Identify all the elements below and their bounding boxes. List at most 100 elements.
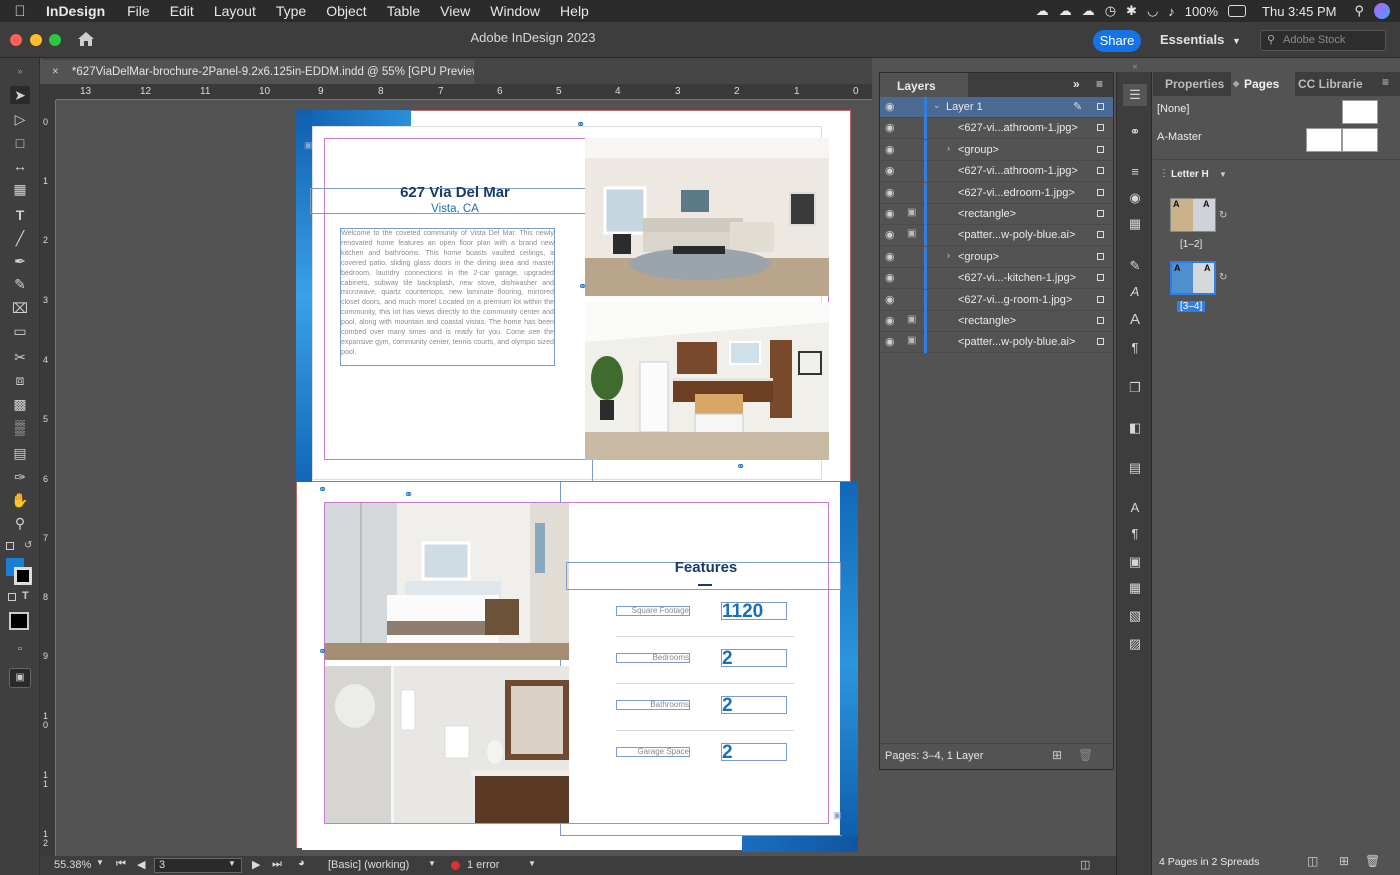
rectangle-tool-icon[interactable]: ▭ bbox=[10, 322, 30, 340]
stroke-swatch[interactable] bbox=[14, 567, 32, 585]
body-text-frame[interactable]: Welcome to the coveted community of Vist… bbox=[340, 228, 555, 366]
gradient-swatch-tool-icon[interactable]: ▩ bbox=[10, 395, 30, 413]
collapse-panel-icon[interactable]: « bbox=[1126, 58, 1144, 74]
layer-item-row[interactable]: ◉ <627-vi...edroom-1.jpg> bbox=[880, 182, 1113, 204]
app-menu[interactable]: InDesign bbox=[40, 3, 117, 19]
paragraph-styles-icon[interactable]: ✎ bbox=[1126, 258, 1144, 274]
lock-icon[interactable]: ▣ bbox=[907, 228, 916, 239]
bathroom-photo[interactable] bbox=[325, 666, 569, 823]
pattern-blue-poly[interactable] bbox=[296, 110, 411, 126]
menu-object[interactable]: Object bbox=[316, 3, 376, 19]
first-page-icon[interactable]: ⏮ bbox=[116, 858, 126, 871]
pen-tool-icon[interactable]: ✒ bbox=[10, 252, 30, 270]
visibility-eye-icon[interactable]: ◉ bbox=[885, 121, 895, 134]
rectangle-frame-tool-icon[interactable]: ⌧ bbox=[10, 299, 30, 317]
visibility-eye-icon[interactable]: ◉ bbox=[885, 335, 895, 348]
layer-row[interactable]: ◉ ⌄ Layer 1 ✎ bbox=[880, 97, 1113, 118]
selection-square[interactable] bbox=[1097, 210, 1104, 217]
selection-tool-icon[interactable]: ➤ bbox=[10, 86, 30, 104]
chevron-right-icon[interactable]: › bbox=[947, 143, 950, 153]
visibility-eye-icon[interactable]: ◉ bbox=[885, 207, 895, 220]
master-none[interactable]: [None] bbox=[1157, 103, 1189, 115]
search-icon[interactable]: ⚲ bbox=[1354, 3, 1364, 19]
link-icon[interactable]: ⚭ bbox=[578, 280, 587, 293]
rotate-spread-icon[interactable]: ↻ bbox=[1219, 210, 1227, 221]
paragraph-styles-alt-icon[interactable]: ¶ bbox=[1126, 526, 1144, 542]
menu-edit[interactable]: Edit bbox=[160, 3, 204, 19]
pathfinder-icon[interactable]: ❐ bbox=[1126, 380, 1144, 396]
links-panel-icon[interactable]: ⚭ bbox=[1126, 124, 1144, 140]
link-icon[interactable]: ⚭ bbox=[318, 645, 327, 658]
feature-value[interactable]: 2 bbox=[721, 649, 787, 668]
eyedropper-tool-icon[interactable]: ✑ bbox=[10, 468, 30, 486]
layer-item-row[interactable]: ◉ ▣ <rectangle> bbox=[880, 311, 1113, 332]
master-a-thumb-right[interactable] bbox=[1342, 128, 1378, 152]
chevron-down-icon[interactable]: ▼ bbox=[428, 859, 436, 868]
view-mode-icon[interactable]: ▫ bbox=[10, 640, 30, 658]
preflight-spinner-icon[interactable]: ◕ bbox=[298, 857, 305, 869]
layer-item-row[interactable]: ◉ ▣ <patter...w-poly-blue.ai> bbox=[880, 332, 1113, 354]
grip-icon[interactable]: ⋮ bbox=[1159, 168, 1169, 179]
menu-table[interactable]: Table bbox=[377, 3, 430, 19]
panel-menu-icon[interactable]: ≡ bbox=[1096, 77, 1103, 91]
master-a-thumb-left[interactable] bbox=[1306, 128, 1342, 152]
cloud-icon[interactable]: ☁ bbox=[1082, 3, 1095, 19]
visibility-eye-icon[interactable]: ◉ bbox=[885, 164, 895, 177]
gradient-feather-tool-icon[interactable]: ▒ bbox=[10, 418, 30, 436]
free-transform-tool-icon[interactable]: ⧈ bbox=[10, 371, 30, 389]
bedroom-photo[interactable] bbox=[325, 503, 569, 660]
scissors-tool-icon[interactable]: ✂ bbox=[10, 348, 30, 366]
rotate-spread-icon[interactable]: ↻ bbox=[1219, 272, 1227, 283]
stroke-panel-icon[interactable]: ≡ bbox=[1126, 164, 1144, 180]
menu-layout[interactable]: Layout bbox=[204, 3, 266, 19]
layer-item-row[interactable]: ◉ <627-vi...athroom-1.jpg> bbox=[880, 118, 1113, 140]
lock-icon[interactable]: ▣ bbox=[304, 140, 313, 151]
last-page-icon[interactable]: ⏭ bbox=[272, 858, 282, 871]
preflight-profile[interactable]: [Basic] (working) bbox=[328, 859, 409, 871]
visibility-eye-icon[interactable]: ◉ bbox=[885, 271, 895, 284]
object-styles-icon[interactable]: A bbox=[1126, 500, 1144, 516]
spread-2-label[interactable]: [3–4] bbox=[1177, 301, 1206, 312]
selection-square[interactable] bbox=[1097, 124, 1104, 132]
screen-mode-icon[interactable]: ▣ bbox=[9, 668, 31, 688]
formatting-container-icon[interactable] bbox=[8, 593, 16, 601]
menu-help[interactable]: Help bbox=[550, 3, 599, 19]
character-styles-icon[interactable]: A bbox=[1126, 284, 1144, 300]
layer-item-row[interactable]: ◉ › <group> bbox=[880, 246, 1113, 268]
living-room-photo[interactable] bbox=[585, 138, 829, 296]
menu-view[interactable]: View bbox=[430, 3, 480, 19]
page-tool-icon[interactable]: □ bbox=[10, 134, 30, 152]
selection-square[interactable] bbox=[1097, 252, 1104, 260]
new-page-icon[interactable]: ⊞ bbox=[1339, 854, 1349, 868]
chevron-down-icon[interactable]: ⌄ bbox=[933, 100, 941, 111]
trash-icon[interactable]: 🗑 bbox=[1078, 748, 1093, 762]
link-icon[interactable]: ⚭ bbox=[318, 483, 327, 496]
layer-item-row[interactable]: ◉ ▣ <patter...w-poly-blue.ai> bbox=[880, 225, 1113, 247]
pattern-blue-poly[interactable] bbox=[840, 482, 858, 850]
link-icon[interactable]: ⚭ bbox=[404, 488, 413, 501]
panel-menu-icon[interactable]: ≡ bbox=[1382, 75, 1389, 89]
chevron-down-icon[interactable]: ▼ bbox=[528, 859, 536, 868]
visibility-eye-icon[interactable]: ◉ bbox=[885, 293, 895, 306]
cloud-icon[interactable]: ☁ bbox=[1059, 3, 1072, 19]
apply-color-icon[interactable] bbox=[9, 612, 29, 630]
chevron-down-icon[interactable]: ▼ bbox=[1219, 170, 1227, 179]
vertical-ruler[interactable]: 0 1 2 3 4 5 6 7 8 9 1 0 1 1 1 2 bbox=[40, 100, 56, 856]
selection-square[interactable] bbox=[1097, 317, 1104, 324]
direct-selection-tool-icon[interactable]: ▷ bbox=[10, 110, 30, 128]
master-a[interactable]: A-Master bbox=[1157, 131, 1202, 143]
trash-icon[interactable]: 🗑 bbox=[1365, 854, 1380, 868]
text-wrap-icon[interactable]: ▤ bbox=[1126, 460, 1144, 476]
zoom-tool-icon[interactable]: ⚲ bbox=[10, 514, 30, 532]
tab-properties[interactable]: Properties bbox=[1165, 77, 1224, 91]
cell-styles-icon[interactable]: ▨ bbox=[1126, 636, 1144, 652]
siri-icon[interactable] bbox=[1374, 3, 1390, 19]
lock-icon[interactable]: ▣ bbox=[907, 335, 916, 346]
pattern-blue-poly[interactable] bbox=[296, 110, 312, 482]
layer-item-row[interactable]: ◉ ▣ <rectangle> bbox=[880, 204, 1113, 225]
lock-icon[interactable]: ▣ bbox=[833, 810, 842, 821]
visibility-eye-icon[interactable]: ◉ bbox=[885, 186, 895, 199]
page-size-label[interactable]: Letter H bbox=[1171, 169, 1209, 180]
menu-type[interactable]: Type bbox=[266, 3, 316, 19]
clock-text[interactable]: Thu 3:45 PM bbox=[1262, 4, 1336, 19]
